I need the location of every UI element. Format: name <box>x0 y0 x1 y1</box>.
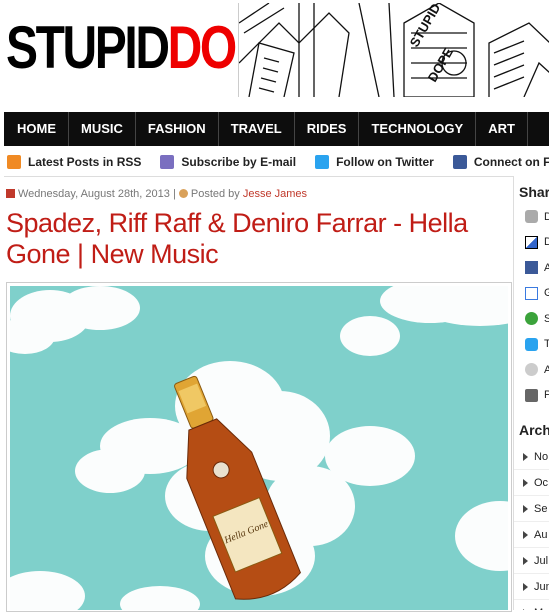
share-label: D <box>544 236 549 248</box>
share-link[interactable]: D <box>514 230 549 256</box>
main-nav: HOME MUSIC FASHION TRAVEL RIDES TECHNOLO… <box>4 112 549 146</box>
post-date: Wednesday, August 28th, 2013 <box>18 188 170 200</box>
arrow-right-icon <box>523 582 528 591</box>
nav-fashion[interactable]: FASHION <box>136 112 219 146</box>
delicious-icon <box>525 235 538 249</box>
facebook-link[interactable]: Connect on Face <box>450 155 549 169</box>
arrow-right-icon <box>523 504 528 513</box>
share-heading: Share <box>519 184 549 200</box>
archive-label: Au <box>534 528 548 541</box>
facebook-icon <box>452 155 467 169</box>
post-meta: Wednesday, August 28th, 2013 | Posted by… <box>6 188 307 200</box>
author-icon <box>178 189 188 198</box>
meta-separator: | <box>172 188 176 200</box>
facebook-icon <box>525 261 538 275</box>
archive-item[interactable]: Jun <box>514 574 549 600</box>
nav-art[interactable]: ART <box>476 112 528 146</box>
site-logo[interactable]: STUPIDDOPE <box>6 6 296 90</box>
share-label: P <box>544 389 549 401</box>
posted-by-label: Posted by <box>190 188 240 200</box>
share-link[interactable]: D <box>514 204 549 230</box>
rss-link-label: Latest Posts in RSS <box>28 155 142 169</box>
archives-heading: Archives <box>519 422 549 438</box>
twitter-icon <box>525 337 538 351</box>
archive-label: Jul <box>534 554 549 567</box>
email-link-label: Subscribe by E-mail <box>181 155 297 169</box>
twitter-link-label: Follow on Twitter <box>336 155 434 169</box>
archive-item[interactable]: Au <box>514 522 549 548</box>
post-title[interactable]: Spadez, Riff Raff & Deniro Farrar - Hell… <box>6 208 496 270</box>
post-artwork: Hella Gone <box>6 282 512 612</box>
share-label: A <box>544 262 549 274</box>
arrow-right-icon <box>523 556 528 565</box>
email-icon <box>160 155 175 169</box>
archive-item[interactable]: Se <box>514 496 549 522</box>
archive-item[interactable]: Oc <box>514 470 549 496</box>
rss-link[interactable]: Latest Posts in RSS <box>4 155 141 169</box>
calendar-icon <box>6 189 15 198</box>
logo-text-stupid: STUPID <box>6 14 170 81</box>
sidebar: Share D D A G S T A P Archives No Oc Se … <box>513 176 549 610</box>
arrow-right-icon <box>523 478 528 487</box>
share-link[interactable]: A <box>514 255 549 281</box>
nav-music[interactable]: MUSIC <box>69 112 136 146</box>
author-link[interactable]: Jesse James <box>243 188 307 200</box>
email-subscribe-link[interactable]: Subscribe by E-mail <box>157 155 296 169</box>
rss-icon <box>7 155 21 169</box>
share-label: T <box>544 338 549 350</box>
archive-label: Ma <box>534 607 549 611</box>
share-link[interactable]: G <box>514 281 549 307</box>
share-label: D <box>544 211 549 223</box>
nav-travel[interactable]: TRAVEL <box>219 112 295 146</box>
share-label: S <box>544 313 549 325</box>
google-icon <box>525 286 538 300</box>
nav-rides[interactable]: RIDES <box>295 112 360 146</box>
nav-home[interactable]: HOME <box>4 112 69 146</box>
nav-technology[interactable]: TECHNOLOGY <box>359 112 477 146</box>
arrow-right-icon <box>523 452 528 461</box>
archive-label: Jun <box>534 580 549 593</box>
share-link[interactable]: P <box>514 383 549 409</box>
stumbleupon-icon <box>525 312 538 326</box>
share-label: A <box>544 364 549 376</box>
share-link[interactable]: A <box>514 357 549 383</box>
archive-label: Se <box>534 502 548 515</box>
archive-item[interactable]: Jul <box>514 548 549 574</box>
share-label: G <box>544 287 549 299</box>
print-icon <box>525 388 538 402</box>
twitter-icon <box>315 155 330 169</box>
share-link[interactable]: T <box>514 332 549 358</box>
archive-label: Oc <box>534 476 549 489</box>
facebook-link-label: Connect on Face <box>473 155 549 169</box>
share-link[interactable]: S <box>514 306 549 332</box>
archive-item[interactable]: No <box>514 444 549 470</box>
subscribe-bar: Latest Posts in RSS Subscribe by E-mail … <box>4 150 549 174</box>
arrow-right-icon <box>523 530 528 539</box>
twitter-link[interactable]: Follow on Twitter <box>312 155 434 169</box>
divider <box>4 176 513 177</box>
header-illustration: STUPID DOPE <box>238 3 549 97</box>
archive-label: No <box>534 450 549 463</box>
archive-item[interactable]: Ma <box>514 600 549 610</box>
share-icon <box>525 210 538 224</box>
add-icon <box>525 363 538 377</box>
